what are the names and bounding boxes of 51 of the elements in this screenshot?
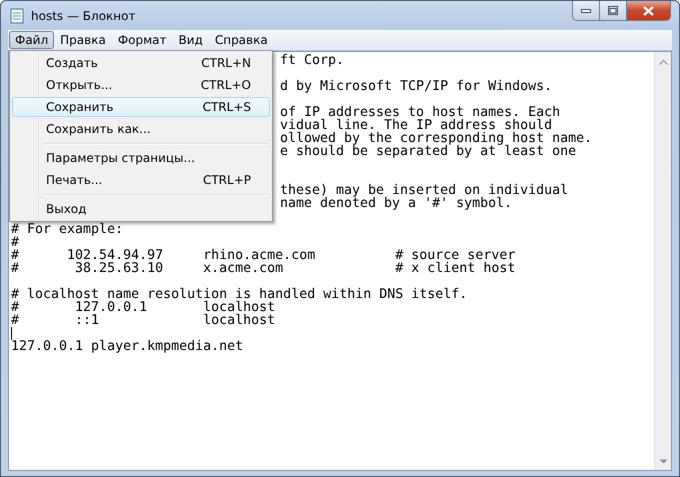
text-line: # 127.0.0.1 localhost — [11, 300, 276, 315]
maximize-button[interactable] — [600, 1, 627, 21]
text-line: # For example: — [11, 222, 124, 237]
menu-entry-label: Открыть... — [46, 78, 112, 92]
scrollbar[interactable] — [654, 52, 671, 470]
minimize-icon — [581, 8, 591, 12]
text-line: # 38.25.63.10 x.acme.com # x client host — [11, 261, 516, 276]
menu-entry[interactable]: Создать CTRL+N — [12, 53, 270, 73]
shortcut-label: CTRL+O — [200, 78, 251, 92]
text-line: # 102.54.94.97 rhino.acme.com # source server — [11, 248, 516, 263]
menu-entry[interactable]: Выход — [12, 199, 270, 219]
menu-item[interactable]: Файл — [9, 31, 54, 49]
close-icon — [643, 6, 654, 16]
scroll-up-icon[interactable] — [658, 60, 668, 65]
menu-entry[interactable]: Открыть... CTRL+O — [12, 75, 270, 95]
shortcut-label: CTRL+S — [202, 100, 251, 114]
menu-entry[interactable]: Параметры страницы... — [12, 148, 270, 168]
text-line: of IP addresses to host names. Each — [280, 105, 560, 120]
menu-item[interactable]: Справка — [208, 31, 274, 49]
text-line: 127.0.0.1 player.kmpmedia.net — [11, 339, 244, 354]
minimize-button[interactable] — [572, 1, 600, 21]
text-line: d by Microsoft TCP/IP for Windows. — [280, 79, 552, 94]
text-line: name denoted by a '#' symbol. — [280, 196, 512, 211]
menu-entry-label: Создать — [46, 56, 98, 70]
text-line: ft Corp. — [280, 53, 344, 68]
maximize-icon — [608, 6, 618, 15]
menu-item[interactable]: Формат — [112, 31, 173, 49]
menu-item[interactable]: Вид — [172, 31, 209, 49]
menu-entry[interactable]: Сохранить CTRL+S — [12, 97, 270, 117]
menu-entry-label: Сохранить — [46, 100, 114, 114]
menu-entry-label: Сохранить как... — [46, 122, 151, 136]
menu-entry-label: Выход — [46, 202, 86, 216]
menu-entry-label: Печать... — [46, 173, 102, 187]
text-line: vidual line. The IP address should — [280, 118, 552, 133]
text-line: # localhost name resolution is handled within DNS itself. — [11, 287, 468, 302]
text-line: e should be separated by at least one — [280, 144, 576, 159]
menu-entry-label: Параметры страницы... — [46, 151, 195, 165]
close-button[interactable] — [627, 1, 671, 21]
text-line: # — [11, 235, 20, 250]
text-cursor — [11, 327, 12, 340]
menu-entry[interactable]: Печать... CTRL+P — [12, 170, 270, 190]
window-title: hosts — Блокнот — [31, 8, 136, 22]
menu-entry[interactable]: Сохранить как... — [12, 119, 270, 139]
text-line: ollowed by the corresponding host name. — [280, 131, 592, 146]
notepad-icon — [9, 8, 25, 24]
shortcut-label: CTRL+N — [201, 56, 251, 70]
shortcut-label: CTRL+P — [202, 173, 251, 187]
text-line: these) may be inserted on individual — [280, 183, 568, 198]
scroll-down-icon[interactable] — [658, 459, 668, 464]
text-line: # ::1 localhost — [11, 313, 276, 328]
menu-item[interactable]: Правка — [54, 31, 112, 49]
